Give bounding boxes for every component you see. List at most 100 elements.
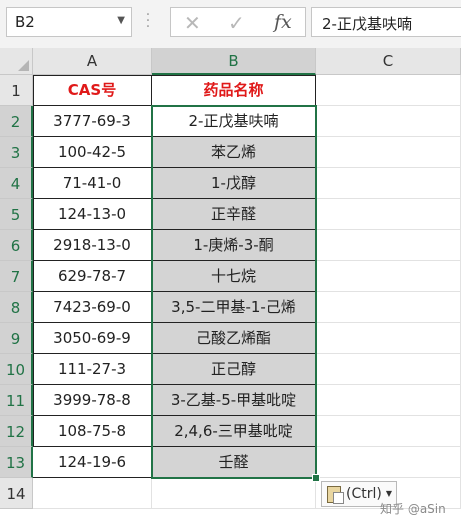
row-number: 7 (10, 268, 21, 286)
clipboard-icon (327, 486, 344, 504)
formula-input[interactable]: 2-正戊基呋喃 (311, 7, 461, 37)
cell-text: 124-13-0 (57, 205, 127, 223)
row-header-2[interactable]: 2 (0, 106, 33, 137)
cell-b9[interactable]: 己酸乙烯酯 (152, 323, 316, 354)
cell-text: 124-19-6 (57, 453, 127, 471)
cell-a1[interactable]: CAS号 (33, 75, 152, 106)
cell-text: CAS号 (67, 81, 117, 99)
row-number: 2 (10, 113, 21, 131)
cell-c13[interactable] (316, 447, 461, 478)
cell-b13[interactable]: 壬醛 (152, 447, 316, 478)
cell-text: 苯乙烯 (210, 143, 256, 161)
cell-a4[interactable]: 71-41-0 (33, 168, 152, 199)
column-header-b[interactable]: B (152, 48, 316, 75)
cell-text: 2918-13-0 (53, 236, 131, 254)
column-header-a[interactable]: A (33, 48, 152, 75)
cell-a7[interactable]: 629-78-7 (33, 261, 152, 292)
cell-a10[interactable]: 111-27-3 (33, 354, 152, 385)
row-number: 12 (5, 423, 26, 441)
cell-b2[interactable]: 2-正戊基呋喃 (152, 106, 316, 137)
cell-a13[interactable]: 124-19-6 (33, 447, 152, 478)
row-number: 13 (5, 454, 26, 472)
row-header-1[interactable]: 1 (0, 75, 33, 106)
row-number: 4 (10, 175, 21, 193)
cell-text: 2-正戊基呋喃 (188, 112, 279, 130)
row-header-8[interactable]: 8 (0, 292, 33, 323)
cancel-icon[interactable]: ✕ (184, 11, 201, 35)
cell-b12[interactable]: 2,4,6-三甲基吡啶 (152, 416, 316, 447)
row-header-14[interactable]: 14 (0, 478, 33, 509)
cell-b5[interactable]: 正辛醛 (152, 199, 316, 230)
cell-a3[interactable]: 100-42-5 (33, 137, 152, 168)
cell-b8[interactable]: 3,5-二甲基-1-己烯 (152, 292, 316, 323)
column-header-c[interactable]: C (316, 48, 461, 75)
cell-a6[interactable]: 2918-13-0 (33, 230, 152, 261)
cell-text: 壬醛 (218, 453, 249, 471)
row-number: 1 (11, 82, 21, 100)
name-box[interactable]: B2 ▼ (6, 7, 132, 37)
cell-b10[interactable]: 正己醇 (152, 354, 316, 385)
cell-c5[interactable] (316, 199, 461, 230)
cell-b3[interactable]: 苯乙烯 (152, 137, 316, 168)
row-number: 3 (10, 144, 21, 162)
row-header-9[interactable]: 9 (0, 323, 33, 354)
cell-c1[interactable] (316, 75, 461, 106)
cell-c7[interactable] (316, 261, 461, 292)
row-header-10[interactable]: 10 (0, 354, 33, 385)
cell-text: 正辛醛 (210, 205, 256, 223)
row-header-4[interactable]: 4 (0, 168, 33, 199)
cell-text: 2,4,6-三甲基吡啶 (174, 422, 293, 440)
more-dots-icon: · · · (145, 7, 151, 35)
cell-a8[interactable]: 7423-69-0 (33, 292, 152, 323)
cell-b7[interactable]: 十七烷 (152, 261, 316, 292)
cell-a14[interactable] (33, 478, 152, 509)
cell-text: 3,5-二甲基-1-己烯 (171, 298, 296, 316)
cell-a11[interactable]: 3999-78-8 (33, 385, 152, 416)
cell-text: 108-75-8 (57, 422, 127, 440)
row-header-3[interactable]: 3 (0, 137, 33, 168)
cell-c4[interactable] (316, 168, 461, 199)
row-header-5[interactable]: 5 (0, 199, 33, 230)
paste-options-label: (Ctrl) (346, 486, 382, 502)
cell-text: 正己醇 (210, 360, 256, 378)
cell-c9[interactable] (316, 323, 461, 354)
cell-text: 1-戊醇 (211, 174, 256, 192)
cell-b14[interactable] (152, 478, 316, 509)
cell-a5[interactable]: 124-13-0 (33, 199, 152, 230)
row-number: 11 (5, 392, 26, 410)
cell-c11[interactable] (316, 385, 461, 416)
cell-a2[interactable]: 3777-69-3 (33, 106, 152, 137)
chevron-down-icon[interactable]: ▼ (117, 15, 125, 26)
cell-c10[interactable] (316, 354, 461, 385)
cell-b1[interactable]: 药品名称 (152, 75, 316, 106)
row-header-11[interactable]: 11 (0, 385, 33, 416)
insert-function-icon[interactable]: fx (274, 11, 292, 33)
cell-text: 药品名称 (203, 81, 264, 99)
cell-c3[interactable] (316, 137, 461, 168)
cell-c8[interactable] (316, 292, 461, 323)
spreadsheet-grid: A B C 1 2 3 4 5 6 7 8 9 10 11 12 13 14 CAS号 药品名称 3777-69-3 2… (0, 48, 461, 526)
cell-text: 3-乙基-5-甲基吡啶 (170, 391, 297, 409)
enter-icon[interactable]: ✓ (228, 11, 245, 35)
select-all-corner[interactable] (0, 48, 33, 75)
fill-handle[interactable] (312, 474, 320, 482)
cell-text: 1-庚烯-3-酮 (193, 236, 274, 254)
formula-bar: B2 ▼ · · · ✕ ✓ fx 2-正戊基呋喃 (0, 0, 461, 48)
row-header-7[interactable]: 7 (0, 261, 33, 292)
cell-b6[interactable]: 1-庚烯-3-酮 (152, 230, 316, 261)
row-number: 10 (5, 361, 26, 379)
watermark: 知乎 @aSin (380, 502, 446, 516)
row-header-12[interactable]: 12 (0, 416, 33, 447)
cell-a9[interactable]: 3050-69-9 (33, 323, 152, 354)
cell-b11[interactable]: 3-乙基-5-甲基吡啶 (152, 385, 316, 416)
name-box-value: B2 (15, 13, 35, 31)
row-header-6[interactable]: 6 (0, 230, 33, 261)
cell-a12[interactable]: 108-75-8 (33, 416, 152, 447)
row-number: 9 (10, 330, 21, 348)
cell-c6[interactable] (316, 230, 461, 261)
row-header-13[interactable]: 13 (0, 447, 33, 478)
cell-c2[interactable] (316, 106, 461, 137)
cell-text: 71-41-0 (62, 174, 122, 192)
cell-c12[interactable] (316, 416, 461, 447)
cell-b4[interactable]: 1-戊醇 (152, 168, 316, 199)
